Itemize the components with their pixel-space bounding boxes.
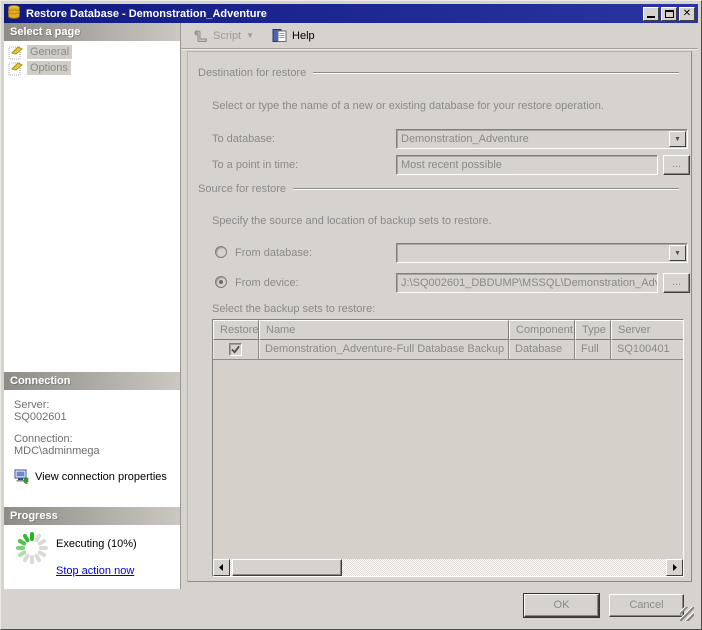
from-database-radio[interactable] bbox=[215, 246, 227, 258]
to-point-value: Most recent possible bbox=[401, 159, 502, 171]
connection-value: MDC\adminmega bbox=[14, 445, 100, 457]
backup-sets-label: Select the backup sets to restore: bbox=[212, 303, 376, 315]
radio-dot bbox=[219, 280, 223, 284]
type-cell: Full bbox=[575, 340, 611, 360]
to-point-browse-button[interactable]: ... bbox=[663, 155, 690, 175]
server-value: SQ002601 bbox=[14, 411, 67, 423]
connection-properties-icon bbox=[14, 469, 29, 484]
cancel-button[interactable]: Cancel bbox=[609, 594, 684, 617]
stop-action-link[interactable]: Stop action now bbox=[56, 565, 134, 577]
select-a-page-header: Select a page bbox=[4, 23, 180, 41]
help-icon bbox=[272, 29, 287, 42]
window-title: Restore Database - Demonstration_Adventu… bbox=[26, 7, 267, 20]
sidebar-item-general[interactable]: General bbox=[4, 44, 180, 60]
scroll-left-button[interactable] bbox=[213, 559, 230, 576]
progress-header: Progress bbox=[4, 507, 180, 525]
from-device-radio[interactable] bbox=[215, 276, 227, 288]
server-label: Server: bbox=[14, 399, 50, 411]
source-group-header: Source for restore bbox=[198, 183, 679, 195]
progress-spinner-icon bbox=[16, 532, 48, 564]
to-database-dropdown-icon[interactable]: ▼ bbox=[669, 131, 686, 147]
restore-checkbox[interactable] bbox=[229, 343, 242, 356]
database-icon bbox=[7, 4, 21, 22]
sidebar: Select a page General Options Connection… bbox=[4, 23, 181, 589]
script-dropdown-icon[interactable]: ▼ bbox=[246, 31, 254, 40]
scroll-right-button[interactable] bbox=[666, 559, 683, 576]
titlebar[interactable]: Restore Database - Demonstration_Adventu… bbox=[4, 4, 698, 23]
restore-cell bbox=[213, 340, 259, 360]
to-point-label: To a point in time: bbox=[212, 159, 299, 171]
destination-group-header: Destination for restore bbox=[198, 67, 679, 79]
from-device-label: From device: bbox=[235, 277, 299, 289]
resize-grip[interactable] bbox=[680, 607, 694, 621]
column-header-server[interactable]: Server bbox=[611, 320, 683, 340]
scroll-left-icon bbox=[219, 564, 223, 571]
sidebar-item-label: General bbox=[27, 45, 73, 59]
sidebar-item-options[interactable]: Options bbox=[4, 60, 180, 76]
page-list: General Options bbox=[4, 41, 180, 372]
close-button[interactable]: ✕ bbox=[679, 6, 695, 21]
view-connection-properties-link[interactable]: View connection properties bbox=[14, 469, 180, 484]
content-panel: Destination for restore Select or type t… bbox=[187, 51, 692, 582]
help-label: Help bbox=[292, 29, 315, 42]
server-cell: SQ100401 bbox=[611, 340, 683, 360]
table-row[interactable]: Demonstration_Adventure-Full Database Ba… bbox=[213, 340, 683, 360]
minimize-icon bbox=[647, 16, 655, 18]
group-divider bbox=[313, 72, 679, 74]
from-device-browse-button[interactable]: ... bbox=[663, 273, 690, 293]
main-area: Script ▼ Help Destination for restore Se… bbox=[181, 23, 698, 626]
from-database-combo[interactable]: ▼ bbox=[396, 243, 688, 263]
connection-label: Connection: bbox=[14, 433, 73, 445]
scrollbar-thumb[interactable] bbox=[232, 559, 342, 576]
column-header-component[interactable]: Component bbox=[509, 320, 575, 340]
column-header-name[interactable]: Name bbox=[259, 320, 509, 340]
from-database-dropdown-icon[interactable]: ▼ bbox=[669, 245, 686, 261]
check-icon bbox=[231, 345, 240, 354]
ok-button[interactable]: OK bbox=[523, 593, 600, 618]
column-header-restore[interactable]: Restore bbox=[213, 320, 259, 340]
destination-description: Select or type the name of a new or exis… bbox=[212, 100, 604, 112]
view-connection-properties-label: View connection properties bbox=[35, 470, 167, 483]
group-divider bbox=[293, 188, 679, 190]
minimize-button[interactable] bbox=[643, 6, 659, 21]
maximize-button[interactable] bbox=[661, 6, 677, 21]
connection-panel: Server: SQ002601 Connection: MDC\adminme… bbox=[4, 390, 180, 507]
toolbar: Script ▼ Help bbox=[181, 23, 698, 49]
to-database-value: Demonstration_Adventure bbox=[401, 133, 529, 145]
script-icon bbox=[194, 30, 207, 42]
scroll-right-icon bbox=[673, 564, 677, 571]
progress-panel: Executing (10%) Stop action now bbox=[4, 525, 180, 589]
progress-status: Executing (10%) bbox=[56, 538, 137, 550]
script-label: Script bbox=[213, 29, 242, 42]
component-cell: Database bbox=[509, 340, 575, 360]
to-database-combo[interactable]: Demonstration_Adventure ▼ bbox=[396, 129, 688, 149]
close-icon: ✕ bbox=[682, 7, 692, 19]
source-group-title: Source for restore bbox=[198, 183, 287, 195]
grid-header-row: Restore Name Component Type Server bbox=[213, 320, 683, 340]
help-button[interactable]: Help bbox=[268, 25, 319, 47]
from-device-input[interactable]: J:\SQ002601_DBDUMP\MSSQL\Demonstration_A… bbox=[396, 273, 658, 293]
connection-header: Connection bbox=[4, 372, 180, 390]
sidebar-item-label: Options bbox=[27, 61, 71, 75]
to-database-label: To database: bbox=[212, 133, 275, 145]
from-device-value: J:\SQ002601_DBDUMP\MSSQL\Demonstration_A… bbox=[401, 277, 658, 289]
page-icon bbox=[8, 45, 23, 59]
to-point-input[interactable]: Most recent possible bbox=[396, 155, 658, 175]
maximize-icon bbox=[664, 9, 674, 18]
name-cell: Demonstration_Adventure-Full Database Ba… bbox=[259, 340, 509, 360]
backup-sets-grid: Restore Name Component Type Server Demon… bbox=[212, 319, 684, 577]
horizontal-scrollbar[interactable] bbox=[213, 559, 683, 576]
from-database-label: From database: bbox=[235, 247, 313, 259]
script-button[interactable]: Script ▼ bbox=[189, 25, 258, 47]
page-icon bbox=[8, 61, 23, 75]
source-description: Specify the source and location of backu… bbox=[212, 215, 492, 227]
restore-database-dialog: Restore Database - Demonstration_Adventu… bbox=[0, 0, 702, 630]
destination-group-title: Destination for restore bbox=[198, 67, 307, 79]
column-header-type[interactable]: Type bbox=[575, 320, 611, 340]
